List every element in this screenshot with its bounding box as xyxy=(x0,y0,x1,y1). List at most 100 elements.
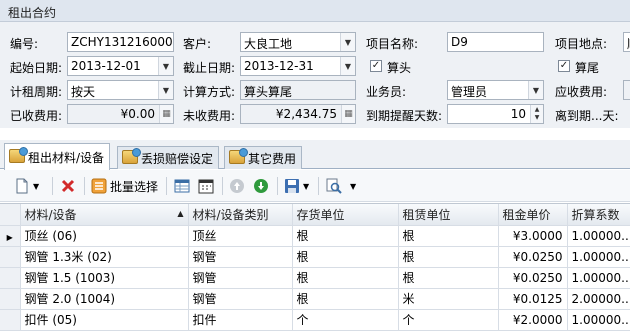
table-cell[interactable]: 钢管 1.3米 (02) xyxy=(20,246,189,268)
table-cell[interactable]: 根 xyxy=(292,225,399,247)
suantou-checkbox[interactable]: ✓ xyxy=(370,60,382,72)
table-cell[interactable]: 1.00000... xyxy=(567,267,630,289)
table-cell[interactable]: ¥0.0250 xyxy=(498,246,568,268)
column-header[interactable]: 租金单价 xyxy=(498,204,568,226)
table-row[interactable]: 钢管 2.0 (1004) 钢管 根 米 ¥0.0125 2.00000... xyxy=(0,288,630,310)
table-cell[interactable]: 顶丝 (06) xyxy=(20,225,189,247)
column-header[interactable]: 租赁单位 xyxy=(398,204,499,226)
column-header[interactable]: 存货单位 xyxy=(292,204,399,226)
move-up-button[interactable] xyxy=(229,177,245,195)
grid-view-button[interactable] xyxy=(174,177,190,195)
cycle-select[interactable]: 按天 ▼ xyxy=(67,80,174,100)
table-cell[interactable]: 钢管 2.0 (1004) xyxy=(20,288,189,310)
table-cell[interactable]: 扣件 xyxy=(188,309,293,331)
suanwei-label: 算尾 xyxy=(575,61,600,75)
grid-toolbar: ▼ 批量选择 ▼ ▼ xyxy=(0,170,630,202)
table-cell[interactable]: ¥0.0125 xyxy=(498,288,568,310)
column-header[interactable]: 折算系数 xyxy=(567,204,630,226)
table-row[interactable]: 扣件 (05) 扣件 个 个 ¥2.0000 1.00000... xyxy=(0,309,630,331)
table-cell[interactable]: 米 xyxy=(398,288,499,310)
chevron-down-icon[interactable]: ▼ xyxy=(158,57,173,75)
document-edit-icon xyxy=(229,148,248,164)
table-row[interactable]: 钢管 1.5 (1003) 钢管 根 根 ¥0.0250 1.00000... xyxy=(0,267,630,289)
find-button[interactable] xyxy=(326,177,342,195)
row-indicator-header xyxy=(0,204,21,226)
chevron-down-icon[interactable]: ▼ xyxy=(158,81,173,99)
project-location-field[interactable]: 顺 xyxy=(623,32,630,52)
row-indicator xyxy=(0,267,21,289)
table-cell[interactable]: 根 xyxy=(292,246,399,268)
column-header[interactable]: 材料/设备类别 xyxy=(188,204,293,226)
column-header[interactable]: 材料/设备 ▲ xyxy=(20,204,189,226)
calculator-icon[interactable]: ▦ xyxy=(341,105,355,123)
toolbar-separator xyxy=(52,177,53,195)
table-cell[interactable]: 扣件 (05) xyxy=(20,309,189,331)
toolbar-separator xyxy=(318,177,319,195)
table-cell[interactable]: 根 xyxy=(292,288,399,310)
customer-label: 客户: xyxy=(183,37,212,51)
table-cell[interactable]: 1.00000... xyxy=(567,309,630,331)
save-button[interactable]: ▼ xyxy=(284,177,309,195)
tab-label: 租出材料/设备 xyxy=(28,151,105,165)
table-cell[interactable]: 根 xyxy=(292,267,399,289)
table-cell[interactable]: 2.00000... xyxy=(567,288,630,310)
calculator-icon[interactable]: ▦ xyxy=(159,105,173,123)
save-icon xyxy=(285,179,299,193)
calendar-button[interactable] xyxy=(198,177,214,195)
chevron-down-icon[interactable]: ▼ xyxy=(528,81,543,99)
table-cell[interactable]: ¥3.0000 xyxy=(498,225,568,247)
tab-strip: 租出材料/设备 丢损赔偿设定 其它费用 xyxy=(0,140,630,170)
start-date-label: 起始日期: xyxy=(10,61,63,75)
table-cell[interactable]: 根 xyxy=(398,225,499,247)
table-cell[interactable]: ¥2.0000 xyxy=(498,309,568,331)
table-icon xyxy=(174,179,190,193)
project-name-field[interactable]: D9 xyxy=(447,32,544,52)
tab-label: 丢损赔偿设定 xyxy=(141,152,214,166)
table-cell[interactable]: 个 xyxy=(398,309,499,331)
start-date-picker[interactable]: 2013-12-01 ▼ xyxy=(67,56,174,76)
table-cell[interactable]: 钢管 1.5 (1003) xyxy=(20,267,189,289)
chevron-down-icon: ▼ xyxy=(303,181,310,191)
new-button[interactable]: ▼ xyxy=(14,177,39,195)
table-cell[interactable]: ¥0.0250 xyxy=(498,267,568,289)
tab-rental-materials[interactable]: 租出材料/设备 xyxy=(4,143,111,170)
table-cell[interactable]: 钢管 xyxy=(188,267,293,289)
table-cell[interactable]: 1.00000... xyxy=(567,225,630,247)
spin-arrows-icon[interactable]: ▲ ▼ xyxy=(530,105,543,123)
code-field[interactable]: ZCHY1312160001 xyxy=(67,32,174,52)
table-cell[interactable]: 个 xyxy=(292,309,399,331)
chevron-down-icon[interactable]: ▼ xyxy=(340,57,355,75)
tab-other-fees[interactable]: 其它费用 xyxy=(224,146,303,169)
salesman-select[interactable]: 管理员 ▼ xyxy=(447,80,544,100)
arrow-up-circle-icon xyxy=(230,179,244,193)
materials-grid: 材料/设备 ▲ 材料/设备类别 存货单位 租赁单位 租金单价 折算系数 ▶ 顶丝… xyxy=(0,203,630,331)
end-date-picker[interactable]: 2013-12-31 ▼ xyxy=(240,56,356,76)
cycle-label: 计租周期: xyxy=(10,85,63,99)
suantou-label: 算头 xyxy=(387,61,412,75)
table-cell[interactable]: 钢管 xyxy=(188,246,293,268)
row-indicator xyxy=(0,246,21,268)
window-title: 租出合约 xyxy=(0,0,630,22)
remind-days-stepper[interactable]: 10 ▲ ▼ xyxy=(447,104,544,124)
delete-button[interactable] xyxy=(60,177,76,195)
receivable-label: 应收费用: xyxy=(555,85,608,99)
table-cell[interactable]: 1.00000... xyxy=(567,246,630,268)
tab-loss-compensation[interactable]: 丢损赔偿设定 xyxy=(117,146,220,169)
table-row[interactable]: 钢管 1.3米 (02) 钢管 根 根 ¥0.0250 1.00000... xyxy=(0,246,630,268)
suanwei-checkbox[interactable]: ✓ xyxy=(558,60,570,72)
move-down-button[interactable] xyxy=(253,177,269,195)
table-row[interactable]: ▶ 顶丝 (06) 顶丝 根 根 ¥3.0000 1.00000... xyxy=(0,225,630,247)
table-cell[interactable]: 根 xyxy=(398,267,499,289)
toolbar-separator xyxy=(277,177,278,195)
table-cell[interactable]: 顶丝 xyxy=(188,225,293,247)
end-date-label: 截止日期: xyxy=(183,61,236,75)
days-to-expiry-label: 离到期...天: xyxy=(555,109,619,123)
table-cell[interactable]: 钢管 xyxy=(188,288,293,310)
customer-select[interactable]: 大良工地 ▼ xyxy=(240,32,356,52)
method-label: 计算方式: xyxy=(183,85,236,99)
chevron-down-icon[interactable]: ▼ xyxy=(340,33,355,51)
find-options-dropdown[interactable]: ▼ xyxy=(350,177,356,195)
cycle-value: 按天 xyxy=(71,85,96,99)
table-cell[interactable]: 根 xyxy=(398,246,499,268)
batch-select-button[interactable]: 批量选择 xyxy=(91,177,158,195)
